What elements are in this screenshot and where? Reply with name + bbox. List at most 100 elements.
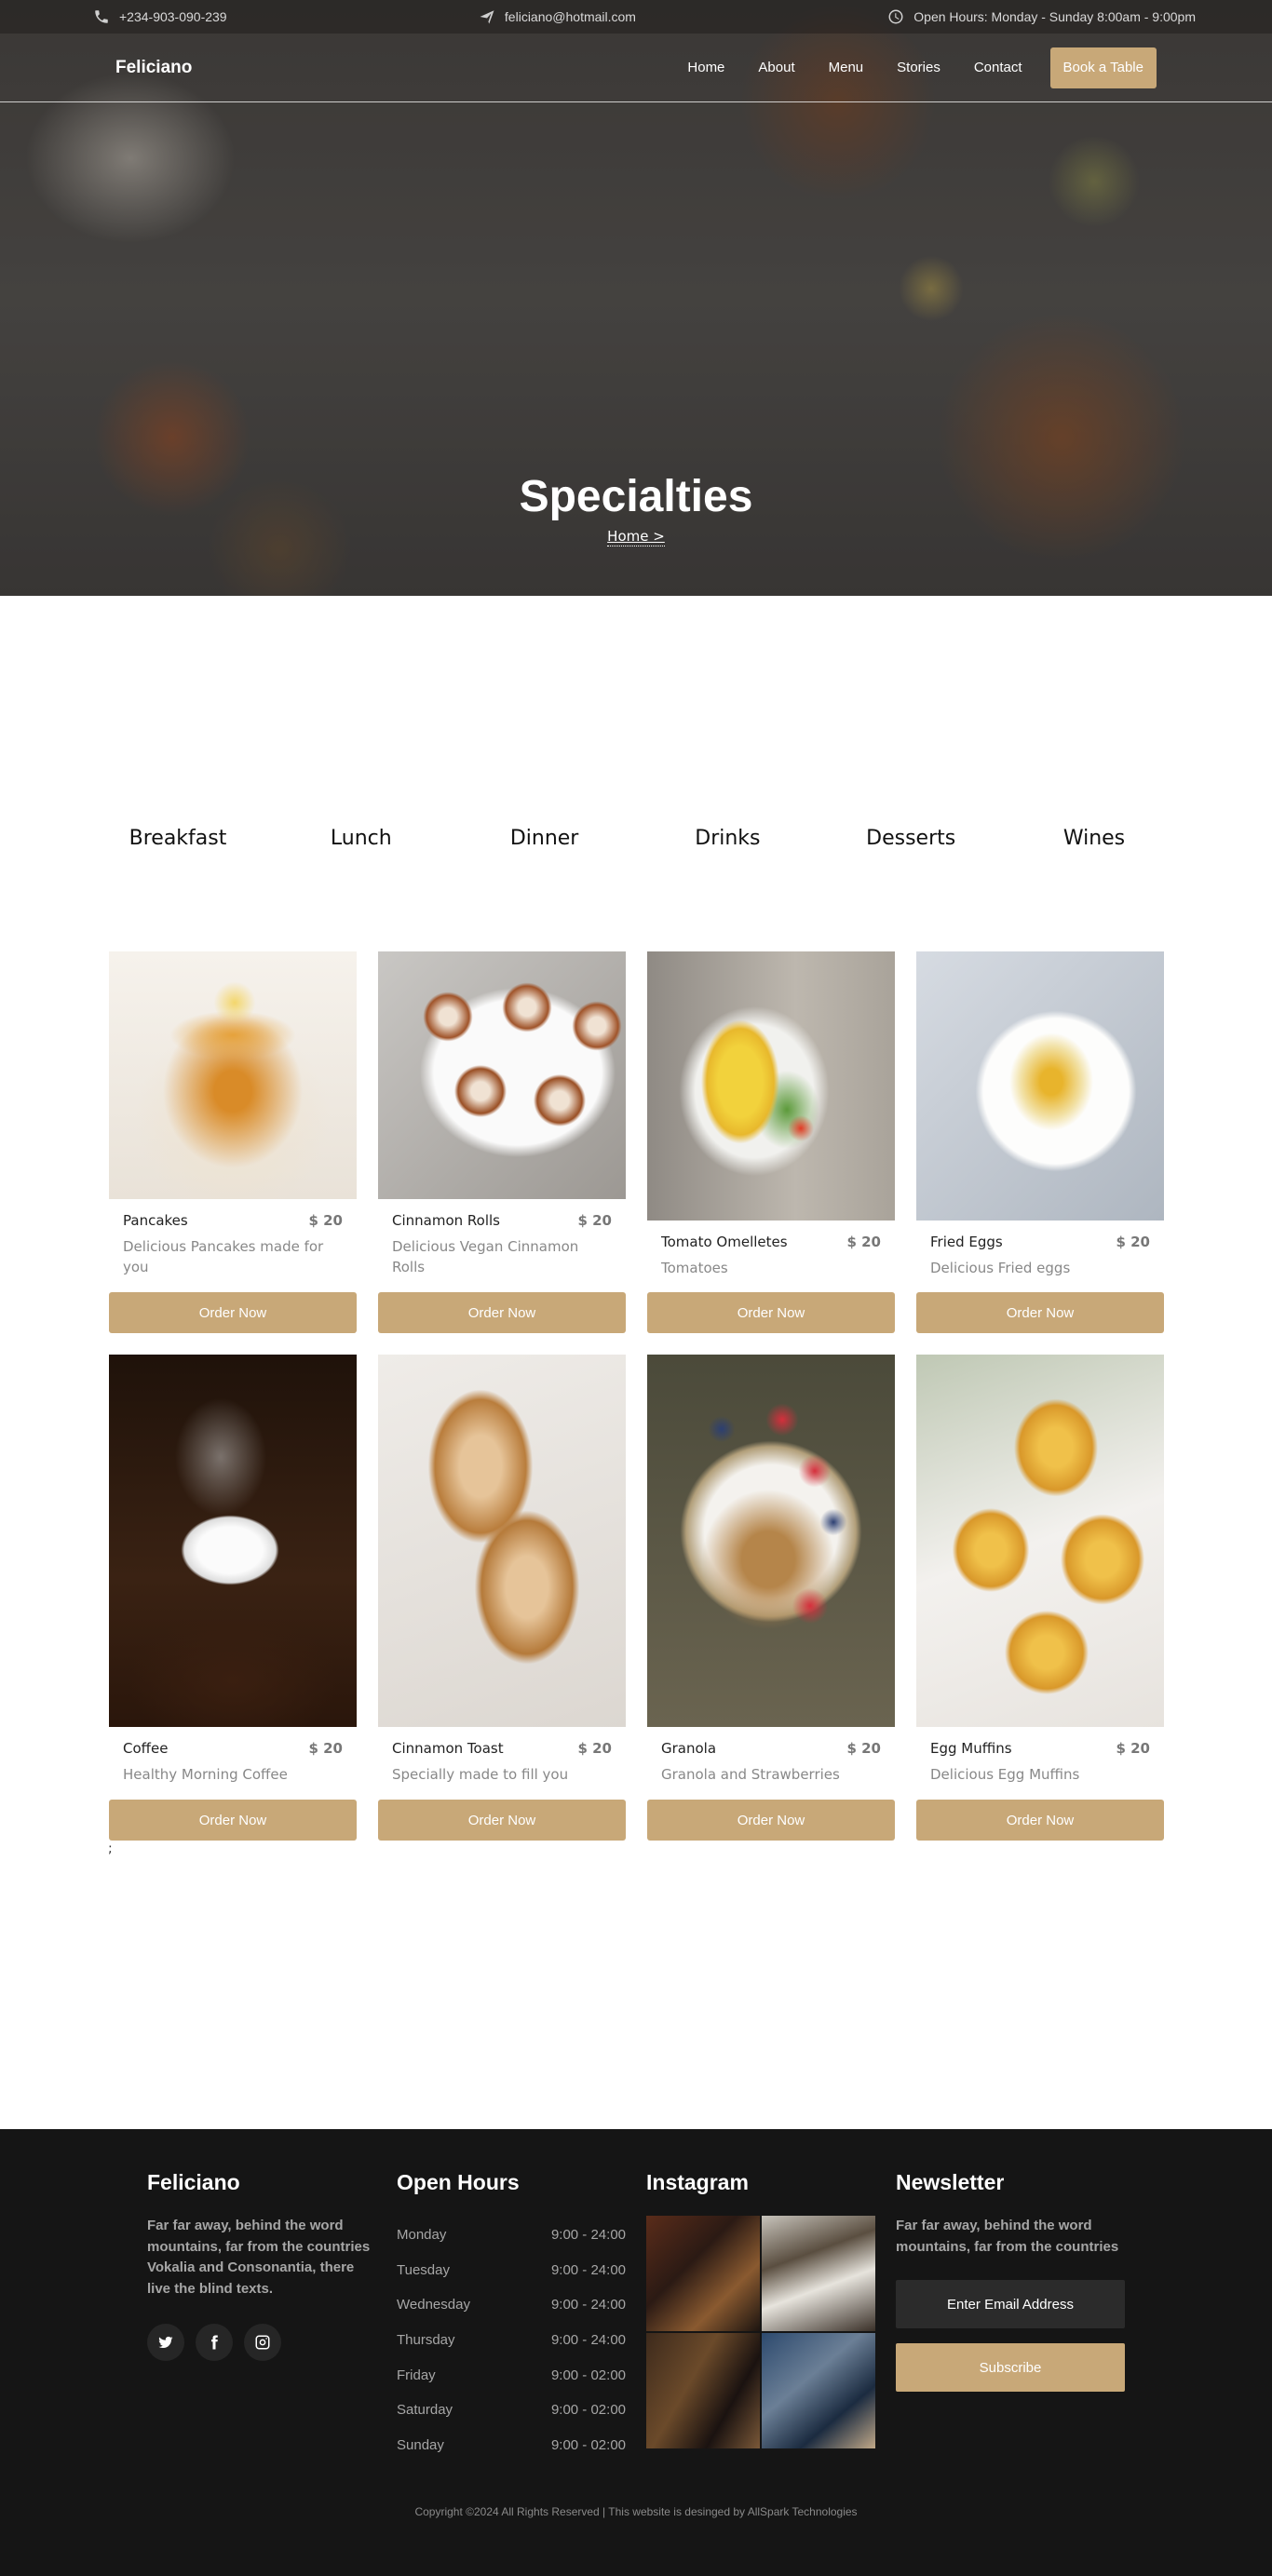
hours-row: Tuesday 9:00 - 24:00 <box>397 2261 626 2278</box>
top-info-bar: +234-903-090-239 feliciano@hotmail.com O… <box>0 0 1272 34</box>
instagram-photo[interactable] <box>646 2216 760 2331</box>
menu-card-cinnamon-rolls: Cinnamon Rolls $ 20 Delicious Vegan Cinna… <box>378 951 626 1333</box>
clock-icon <box>888 9 903 24</box>
phone-number: +234-903-090-239 <box>119 9 227 24</box>
tab-breakfast[interactable]: Breakfast <box>108 827 248 850</box>
instagram-photo[interactable] <box>646 2333 760 2448</box>
site-footer: Feliciano Far far away, behind the word … <box>0 2129 1272 2576</box>
item-name: Granola <box>661 1740 717 1757</box>
stray-semicolon: ; <box>108 1841 113 1856</box>
topbar-phone: +234-903-090-239 <box>93 8 227 25</box>
order-now-button[interactable]: Order Now <box>647 1800 895 1841</box>
fried-eggs-photo <box>916 951 1164 1221</box>
tab-wines[interactable]: Wines <box>1024 827 1164 850</box>
nav-menu: Home About Menu Stories Contact Book a T… <box>670 47 1157 88</box>
footer-hours: Open Hours Monday 9:00 - 24:00 Tuesday 9:0… <box>397 2170 626 2462</box>
item-description: Healthy Morning Coffee <box>123 1766 288 1783</box>
menu-card-granola: Granola $ 20 Granola and Strawberries Ord… <box>647 1355 895 1841</box>
item-name: Cinnamon Toast <box>392 1740 504 1757</box>
instagram-photo[interactable] <box>762 2216 875 2331</box>
twitter-icon <box>158 2336 173 2349</box>
item-description: Tomatoes <box>661 1260 728 1276</box>
footer-brand: Feliciano <box>147 2170 240 2194</box>
nav-menu-link[interactable]: Menu <box>812 60 881 75</box>
menu-grid-row-1: Pancakes $ 20 Delicious Pancakes made for… <box>109 951 1164 1333</box>
order-now-button[interactable]: Order Now <box>109 1292 357 1333</box>
topbar-email: feliciano@hotmail.com <box>479 8 636 25</box>
tab-dinner[interactable]: Dinner <box>475 827 615 850</box>
nav-home[interactable]: Home <box>670 60 741 75</box>
item-name: Coffee <box>123 1740 169 1757</box>
item-price: $ 20 <box>846 1234 881 1250</box>
copyright: Copyright ©2024 All Rights Reserved | Th… <box>414 2505 858 2518</box>
menu-card-cinnamon-toast: Cinnamon Toast $ 20 Specially made to fil… <box>378 1355 626 1841</box>
menu-card-coffee: Coffee $ 20 Healthy Morning Coffee Order … <box>109 1355 357 1841</box>
item-name: Fried Eggs <box>930 1234 1003 1250</box>
hero-heading: Specialties Home > <box>0 471 1272 546</box>
social-links <box>147 2324 380 2361</box>
footer-about-text: Far far away, behind the word mountains,… <box>147 2218 371 2297</box>
topbar-hours: Open Hours: Monday - Sunday 8:00am - 9:0… <box>887 8 1196 25</box>
order-now-button[interactable]: Order Now <box>647 1292 895 1333</box>
tab-desserts[interactable]: Desserts <box>841 827 981 850</box>
footer-hours-title: Open Hours <box>397 2170 520 2194</box>
hours-row: Monday 9:00 - 24:00 <box>397 2227 626 2244</box>
item-description: Delicious Egg Muffins <box>930 1766 1080 1783</box>
item-name: Tomato Omelletes <box>661 1234 788 1250</box>
main-navbar: Feliciano Home About Menu Stories Contac… <box>0 34 1272 102</box>
paper-plane-icon <box>480 10 494 24</box>
footer-instagram-title: Instagram <box>646 2170 749 2194</box>
facebook-icon <box>211 2335 218 2350</box>
item-price: $ 20 <box>577 1740 612 1757</box>
item-price: $ 20 <box>308 1212 343 1229</box>
footer-newsletter: Newsletter Far far away, behind the word… <box>896 2170 1125 2392</box>
footer-instagram: Instagram <box>646 2170 875 2448</box>
order-now-button[interactable]: Order Now <box>916 1292 1164 1333</box>
hours-row: Friday 9:00 - 02:00 <box>397 2367 626 2383</box>
item-price: $ 20 <box>1116 1740 1150 1757</box>
instagram-link[interactable] <box>244 2324 281 2361</box>
tab-drinks[interactable]: Drinks <box>657 827 797 850</box>
instagram-gallery <box>646 2216 875 2448</box>
menu-grid-row-2: Coffee $ 20 Healthy Morning Coffee Order … <box>109 1355 1164 1841</box>
newsletter-email-input[interactable] <box>896 2280 1125 2328</box>
book-table-button[interactable]: Book a Table <box>1049 47 1157 88</box>
hours-row: Sunday 9:00 - 02:00 <box>397 2436 626 2453</box>
cinnamon-rolls-photo <box>378 951 626 1199</box>
hours-row: Saturday 9:00 - 02:00 <box>397 2402 626 2419</box>
item-price: $ 20 <box>577 1212 612 1229</box>
email-address: feliciano@hotmail.com <box>504 9 636 24</box>
subscribe-button[interactable]: Subscribe <box>896 2343 1125 2392</box>
item-price: $ 20 <box>846 1740 881 1757</box>
site-logo[interactable]: Feliciano <box>115 58 192 78</box>
menu-category-tabs: Breakfast Lunch Dinner Drinks Desserts W… <box>108 827 1164 850</box>
coffee-photo <box>109 1355 357 1727</box>
instagram-photo[interactable] <box>762 2333 875 2448</box>
item-description: Delicious Pancakes made for you <box>123 1238 324 1275</box>
item-price: $ 20 <box>308 1740 343 1757</box>
newsletter-text: Far far away, behind the word mountains,… <box>896 2218 1119 2255</box>
menu-card-tomato-omelletes: Tomato Omelletes $ 20 Tomatoes Order Now <box>647 951 895 1333</box>
tab-lunch[interactable]: Lunch <box>291 827 431 850</box>
twitter-link[interactable] <box>147 2324 184 2361</box>
cinnamon-toast-photo <box>378 1355 626 1727</box>
order-now-button[interactable]: Order Now <box>916 1800 1164 1841</box>
nav-stories[interactable]: Stories <box>880 60 957 75</box>
item-name: Egg Muffins <box>930 1740 1012 1757</box>
tomato-omelette-photo <box>647 951 895 1221</box>
nav-contact[interactable]: Contact <box>957 60 1039 75</box>
menu-card-pancakes: Pancakes $ 20 Delicious Pancakes made for… <box>109 951 357 1333</box>
breadcrumb[interactable]: Home > <box>607 528 665 546</box>
facebook-link[interactable] <box>196 2324 233 2361</box>
footer-newsletter-title: Newsletter <box>896 2170 1005 2194</box>
item-description: Specially made to fill you <box>392 1766 569 1783</box>
menu-card-fried-eggs: Fried Eggs $ 20 Delicious Fried eggs Orde… <box>916 951 1164 1333</box>
open-hours-text: Open Hours: Monday - Sunday 8:00am - 9:0… <box>913 9 1196 24</box>
hours-row: Wednesday 9:00 - 24:00 <box>397 2297 626 2313</box>
order-now-button[interactable]: Order Now <box>109 1800 357 1841</box>
instagram-icon <box>255 2335 270 2350</box>
item-description: Granola and Strawberries <box>661 1766 840 1783</box>
order-now-button[interactable]: Order Now <box>378 1292 626 1333</box>
order-now-button[interactable]: Order Now <box>378 1800 626 1841</box>
nav-about[interactable]: About <box>741 60 811 75</box>
